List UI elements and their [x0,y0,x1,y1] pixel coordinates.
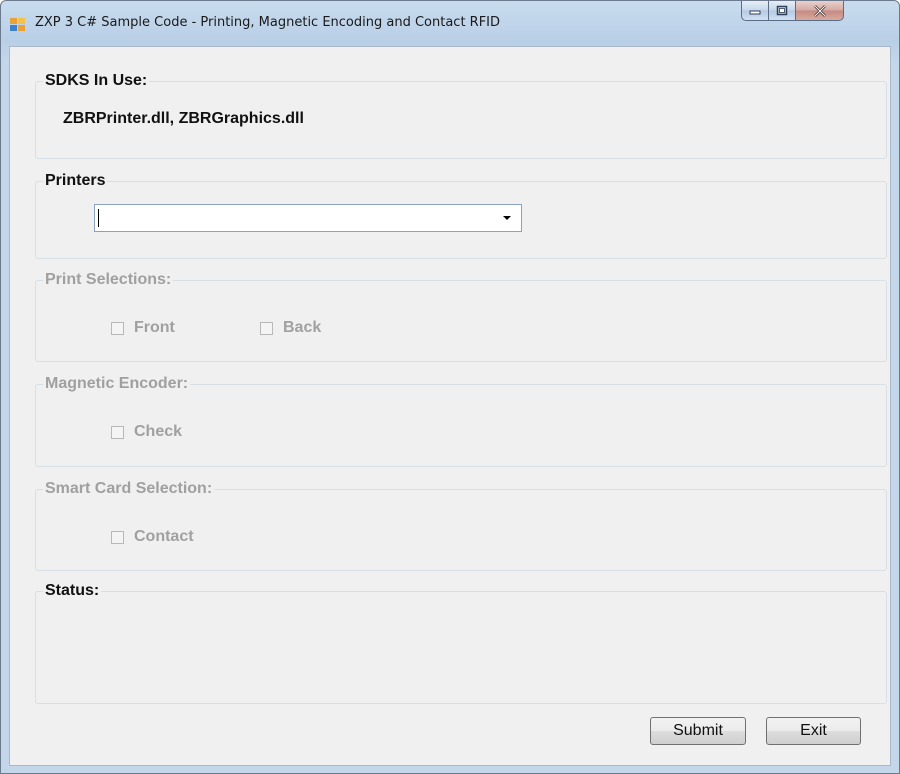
back-checkbox-label: Back [283,319,322,336]
check-checkbox-label: Check [134,423,183,440]
printers-group: Printers [35,171,887,259]
status-group-label: Status: [43,581,102,601]
sdks-group: SDKS In Use: ZBRPrinter.dll, ZBRGraphics… [35,71,887,159]
app-icon [10,18,25,31]
maximize-icon [776,5,788,16]
form-client-area: SDKS In Use: ZBRPrinter.dll, ZBRGraphics… [9,46,891,766]
sdks-value: ZBRPrinter.dll, ZBRGraphics.dll [63,110,304,127]
printers-group-label: Printers [43,171,108,191]
print-selections-group: Print Selections: Front Back [35,270,887,362]
front-checkbox-row[interactable]: Front [111,319,175,337]
contact-checkbox-label: Contact [134,528,194,545]
smart-card-group-label: Smart Card Selection: [43,479,215,499]
title-bar[interactable]: ZXP 3 C# Sample Code - Printing, Magneti… [1,1,899,45]
smart-card-group: Smart Card Selection: Contact [35,479,887,571]
magnetic-encoder-group-label: Magnetic Encoder: [43,374,191,394]
front-checkbox[interactable] [111,321,124,335]
maximize-button[interactable] [769,1,796,21]
front-checkbox-label: Front [134,319,175,336]
caption-buttons [741,1,893,23]
check-checkbox[interactable] [111,425,124,439]
close-icon [813,4,826,17]
status-group: Status: [35,581,887,704]
minimize-icon [749,10,761,14]
magnetic-encoder-group: Magnetic Encoder: Check [35,374,887,467]
text-cursor [98,209,99,227]
exit-button[interactable]: Exit [766,717,861,745]
minimize-button[interactable] [741,1,769,21]
close-button[interactable] [796,1,844,21]
contact-checkbox-row[interactable]: Contact [111,528,194,546]
check-checkbox-row[interactable]: Check [111,423,182,441]
sdks-group-label: SDKS In Use: [43,71,150,91]
submit-button[interactable]: Submit [650,717,746,745]
back-checkbox[interactable] [260,321,273,335]
printers-dropdown[interactable] [94,204,522,232]
back-checkbox-row[interactable]: Back [260,319,321,337]
main-window: ZXP 3 C# Sample Code - Printing, Magneti… [0,0,900,774]
contact-checkbox[interactable] [111,530,124,544]
print-selections-group-label: Print Selections: [43,270,174,290]
chevron-down-icon[interactable] [503,216,511,220]
window-title: ZXP 3 C# Sample Code - Printing, Magneti… [35,15,501,30]
